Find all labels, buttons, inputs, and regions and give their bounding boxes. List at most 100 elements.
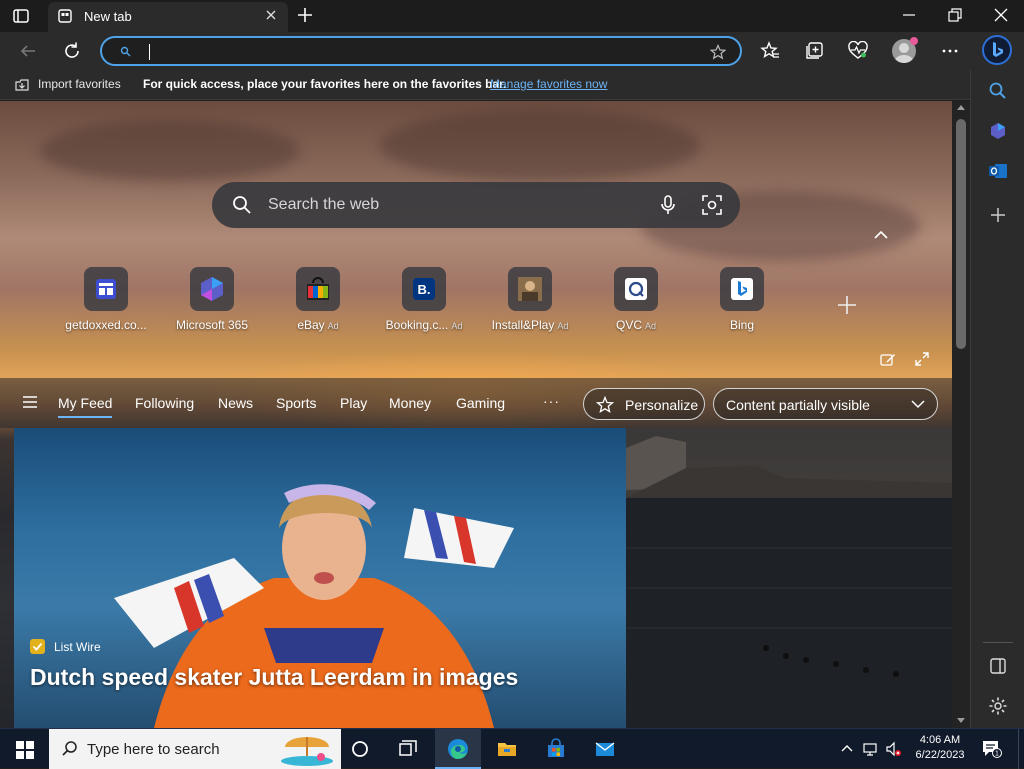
quick-link-booking[interactable]: B. Booking.c... Ad	[374, 267, 474, 341]
sidebar-search-icon[interactable]	[988, 81, 1008, 101]
sidebar-microsoft-365-icon[interactable]	[988, 121, 1008, 141]
quick-link-label: QVC	[615, 318, 642, 332]
restore-icon[interactable]	[948, 8, 962, 22]
task-view-cortana-button[interactable]	[337, 729, 383, 769]
add-quick-link-icon[interactable]	[836, 294, 858, 316]
content-visibility-dropdown[interactable]: Content partially visible	[713, 388, 938, 420]
taskbar-mail-app[interactable]	[582, 729, 628, 769]
close-tab-icon[interactable]	[264, 8, 278, 22]
menu-hamburger-icon[interactable]	[22, 395, 38, 409]
collections-icon[interactable]	[804, 41, 824, 61]
microphone-icon[interactable]	[657, 194, 679, 216]
windows-taskbar: 4:06 AM 6/22/2023 1	[0, 728, 1024, 769]
feed-tab-money[interactable]: Money	[389, 395, 431, 411]
hero-article-card[interactable]: List Wire Dutch speed skater Jutta Leerd…	[14, 428, 626, 728]
import-favorites-icon[interactable]	[14, 77, 30, 93]
more-options-icon[interactable]	[940, 41, 960, 61]
cortana-circle-icon	[352, 741, 368, 757]
quick-link-install-play[interactable]: Install&Play Ad	[480, 267, 580, 341]
action-center-notification-icon[interactable]: 1	[982, 740, 1002, 758]
windows-start-icon[interactable]	[16, 741, 34, 759]
background-cloud	[40, 121, 300, 181]
clock-time: 4:06 AM	[919, 734, 961, 746]
ad-badge: Ad	[451, 321, 463, 331]
bing-copilot-button[interactable]	[982, 35, 1012, 65]
close-window-icon[interactable]	[994, 8, 1008, 22]
hero-source-name: List Wire	[54, 640, 101, 654]
new-tab-button[interactable]	[296, 6, 314, 24]
quick-link-getdoxxed[interactable]: getdoxxed.co...	[56, 267, 156, 341]
favorites-icon[interactable]	[760, 41, 780, 61]
booking-icon: B.	[402, 267, 446, 311]
sidebar-outlook-icon[interactable]	[988, 161, 1008, 181]
taskbar-file-explorer-app[interactable]	[484, 729, 530, 769]
star-pencil-icon	[596, 396, 614, 413]
quick-link-ebay[interactable]: eBay Ad	[268, 267, 368, 341]
taskbar-store-app[interactable]	[533, 729, 579, 769]
address-input[interactable]	[158, 42, 698, 62]
feed-tab-following[interactable]: Following	[135, 395, 194, 411]
tab-new-tab[interactable]: New tab	[48, 2, 288, 32]
import-favorites-button[interactable]: Import favorites	[38, 77, 121, 91]
tab-actions-icon[interactable]	[12, 7, 30, 25]
visual-search-icon[interactable]	[701, 194, 723, 216]
expand-background-icon[interactable]	[914, 351, 930, 367]
collapse-quick-links-icon[interactable]	[872, 228, 890, 242]
web-search-input[interactable]	[268, 194, 648, 216]
feed-tab-sports[interactable]: Sports	[276, 395, 316, 411]
edit-background-icon[interactable]	[880, 351, 896, 367]
ad-badge: Ad	[327, 321, 339, 331]
browser-essentials-icon[interactable]	[848, 41, 868, 61]
network-icon[interactable]	[862, 741, 878, 757]
quick-link-label: Microsoft 365	[175, 318, 249, 332]
mail-envelope-icon	[595, 742, 615, 756]
personalize-button[interactable]: Personalize	[583, 388, 705, 420]
content-visibility-label: Content partially visible	[726, 397, 870, 413]
feed-tab-my-feed[interactable]: My Feed	[58, 395, 113, 418]
hide-sidebar-icon[interactable]	[988, 656, 1008, 676]
text-caret	[149, 44, 150, 60]
tab-strip: New tab	[0, 0, 1024, 32]
scroll-thumb[interactable]	[956, 119, 966, 349]
quick-link-label: getdoxxed.co...	[65, 318, 147, 332]
taskbar-search-input[interactable]	[87, 739, 267, 759]
add-favorite-star-icon[interactable]	[710, 44, 726, 60]
page-scrollbar[interactable]	[952, 101, 970, 728]
feed-tab-news[interactable]: News	[218, 395, 253, 411]
hero-headline[interactable]: Dutch speed skater Jutta Leerdam in imag…	[30, 664, 518, 691]
personalize-label: Personalize	[625, 397, 699, 413]
clock-date: 6/22/2023	[915, 749, 965, 761]
show-desktop-button[interactable]	[1018, 729, 1024, 769]
install-play-icon	[508, 267, 552, 311]
quick-link-microsoft-365[interactable]: Microsoft 365	[162, 267, 262, 341]
task-view-button[interactable]	[385, 729, 431, 769]
quick-link-qvc[interactable]: QVC Ad	[586, 267, 686, 341]
quick-link-bing[interactable]: Bing	[692, 267, 792, 341]
quick-link-label: Booking.c...	[385, 318, 449, 332]
show-hidden-icons-chevron-icon[interactable]	[839, 741, 855, 757]
address-bar[interactable]	[100, 36, 742, 66]
taskbar-edge-app[interactable]	[435, 729, 481, 769]
scroll-down-arrow[interactable]	[957, 718, 965, 723]
web-search-box[interactable]	[212, 182, 740, 228]
back-icon[interactable]	[18, 41, 38, 61]
manage-favorites-link[interactable]: Manage favorites now	[490, 77, 607, 91]
file-explorer-folder-icon	[498, 743, 516, 756]
taskbar-clock[interactable]: 4:06 AM 6/22/2023	[908, 733, 972, 763]
minimize-icon[interactable]	[902, 8, 916, 22]
sidebar-settings-gear-icon[interactable]	[988, 696, 1008, 716]
volume-muted-icon[interactable]	[885, 741, 901, 757]
scroll-up-arrow[interactable]	[957, 105, 965, 110]
sidebar-add-icon[interactable]	[988, 205, 1008, 225]
favorites-bar: Import favorites For quick access, place…	[0, 70, 970, 100]
taskbar-search-box[interactable]	[49, 729, 341, 769]
quick-link-label: Bing	[729, 318, 755, 332]
new-tab-page-icon	[58, 9, 72, 23]
feed-tab-gaming[interactable]: Gaming	[456, 395, 505, 411]
refresh-icon[interactable]	[62, 41, 82, 61]
ad-badge: Ad	[645, 321, 657, 331]
feed-tab-play[interactable]: Play	[340, 395, 367, 411]
new-tab-page: getdoxxed.co... Microsoft 365 eBayAd B. …	[0, 101, 952, 728]
feed-more-button[interactable]: ···	[543, 393, 560, 409]
edge-sidebar	[970, 70, 1024, 728]
